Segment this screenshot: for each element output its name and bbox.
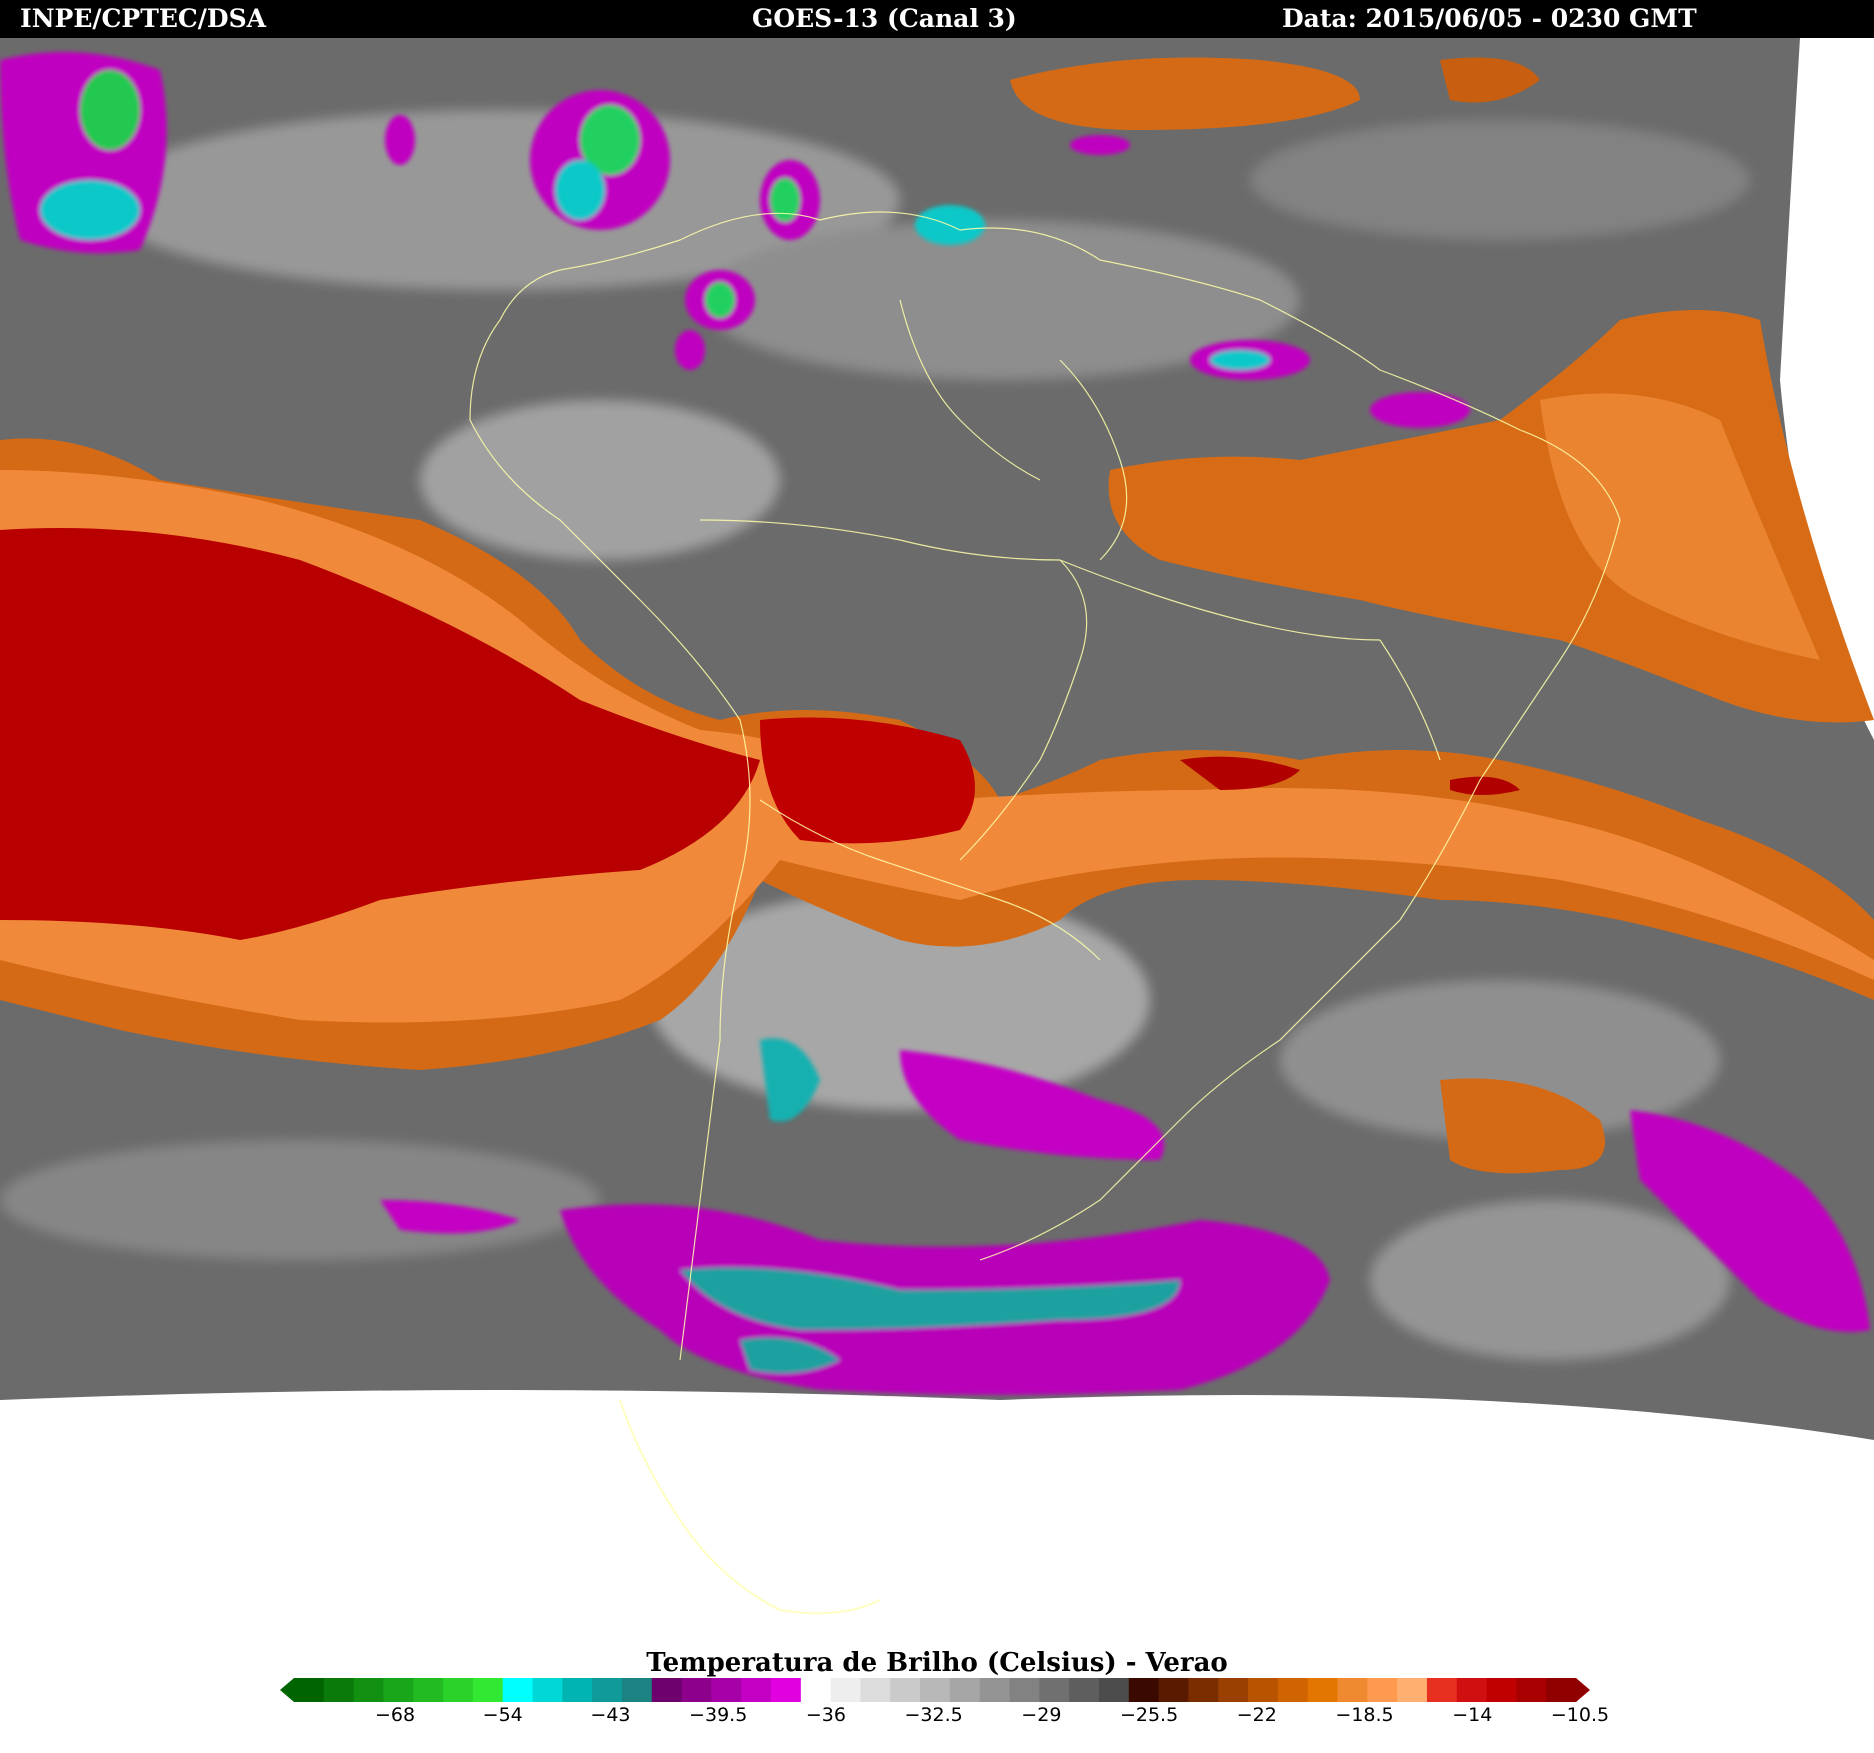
color-bar-swatch [1188, 1678, 1219, 1702]
color-bar-tick-label: −68 [374, 1704, 416, 1726]
color-bar-swatch [1516, 1678, 1547, 1702]
color-bar-swatch [1367, 1678, 1398, 1702]
color-bar-swatch [472, 1678, 504, 1702]
color-bar-swatch [323, 1678, 355, 1702]
color-bar-tick-label: −39.5 [689, 1704, 748, 1726]
title-bar: INPE/CPTEC/DSA GOES-13 (Canal 3) Data: 2… [0, 0, 1874, 38]
color-bar-swatch [502, 1678, 534, 1702]
color-bar-swatch [681, 1678, 712, 1702]
legend-title: Temperatura de Brilho (Celsius) - Verao [646, 1648, 1228, 1678]
color-bar-swatch [1456, 1678, 1488, 1702]
color-bar-swatch [443, 1678, 474, 1702]
color-bar-swatch [413, 1678, 444, 1702]
color-bar-swatch [1069, 1678, 1100, 1702]
satellite-channel-label: GOES-13 (Canal 3) [752, 4, 1017, 33]
color-bar-swatch [771, 1678, 802, 1702]
color-bar-tick-label: −14 [1452, 1704, 1493, 1726]
color-bar-swatch [830, 1678, 861, 1702]
color-bar-tick-label: −36 [805, 1704, 846, 1726]
color-bar-tick-label: −18.5 [1335, 1704, 1394, 1726]
color-bar-swatch [979, 1678, 1011, 1702]
color-bar-swatch [1098, 1678, 1130, 1702]
color-bar-swatch [1128, 1678, 1160, 1702]
color-bar-swatch [1039, 1678, 1070, 1702]
color-bar-swatch [294, 1678, 325, 1702]
color-bar-swatch [1277, 1678, 1309, 1702]
color-bar-tick-label: −10.5 [1550, 1704, 1610, 1726]
color-bar-swatch [741, 1678, 772, 1702]
color-bar-tick-label: −43 [590, 1704, 631, 1726]
color-bar-swatch [1337, 1678, 1368, 1702]
patagonia-outline [619, 1399, 881, 1615]
color-bar-tick-label: −54 [482, 1704, 523, 1726]
color-bar-tick-label: −32.5 [904, 1704, 963, 1726]
color-bar-swatch [1248, 1678, 1279, 1702]
color-bar-swatch [890, 1678, 921, 1702]
core-red-central [760, 717, 975, 844]
agency-label: INPE/CPTEC/DSA [20, 4, 267, 33]
color-bar-swatch [353, 1678, 384, 1702]
color-bar-tick-label: −22 [1236, 1704, 1277, 1726]
color-bar-swatch [920, 1678, 951, 1702]
color-bar-swatch [1397, 1678, 1428, 1702]
color-bar-swatch [1546, 1678, 1577, 1702]
color-bar-swatch [532, 1678, 563, 1702]
color-bar-swatch [1009, 1678, 1040, 1702]
color-bar-swatch [1158, 1678, 1189, 1702]
color-bar-tick-label: −29 [1021, 1704, 1062, 1726]
color-bar-swatch [949, 1678, 981, 1702]
color-bar-swatch [711, 1678, 742, 1702]
color-bar-right-arrow [1576, 1678, 1590, 1702]
color-bar-swatch [1307, 1678, 1338, 1702]
color-bar-swatch [592, 1678, 623, 1702]
color-bar-swatch [383, 1678, 414, 1702]
color-bar-swatch [621, 1678, 653, 1702]
color-bar-swatch [800, 1678, 832, 1702]
satellite-image [0, 38, 1874, 1615]
color-bar-tick-label: −25.5 [1119, 1704, 1179, 1726]
color-bar-swatch [562, 1678, 593, 1702]
color-bar-left-arrow [280, 1678, 294, 1702]
color-bar [280, 1678, 1590, 1702]
color-bar-swatch [1218, 1678, 1249, 1702]
color-bar-ticks: −68 −54 −43 −39.5 −36 −32.5 −29 −25.5 −22 −18.5 −1… [0, 1704, 1874, 1734]
color-bar-swatch [860, 1678, 891, 1702]
color-bar-swatch [651, 1678, 683, 1702]
color-bar-swatch [1426, 1678, 1458, 1702]
date-time-label: Data: 2015/06/05 - 0230 GMT [1282, 4, 1697, 33]
color-bar-swatch [1486, 1678, 1517, 1702]
